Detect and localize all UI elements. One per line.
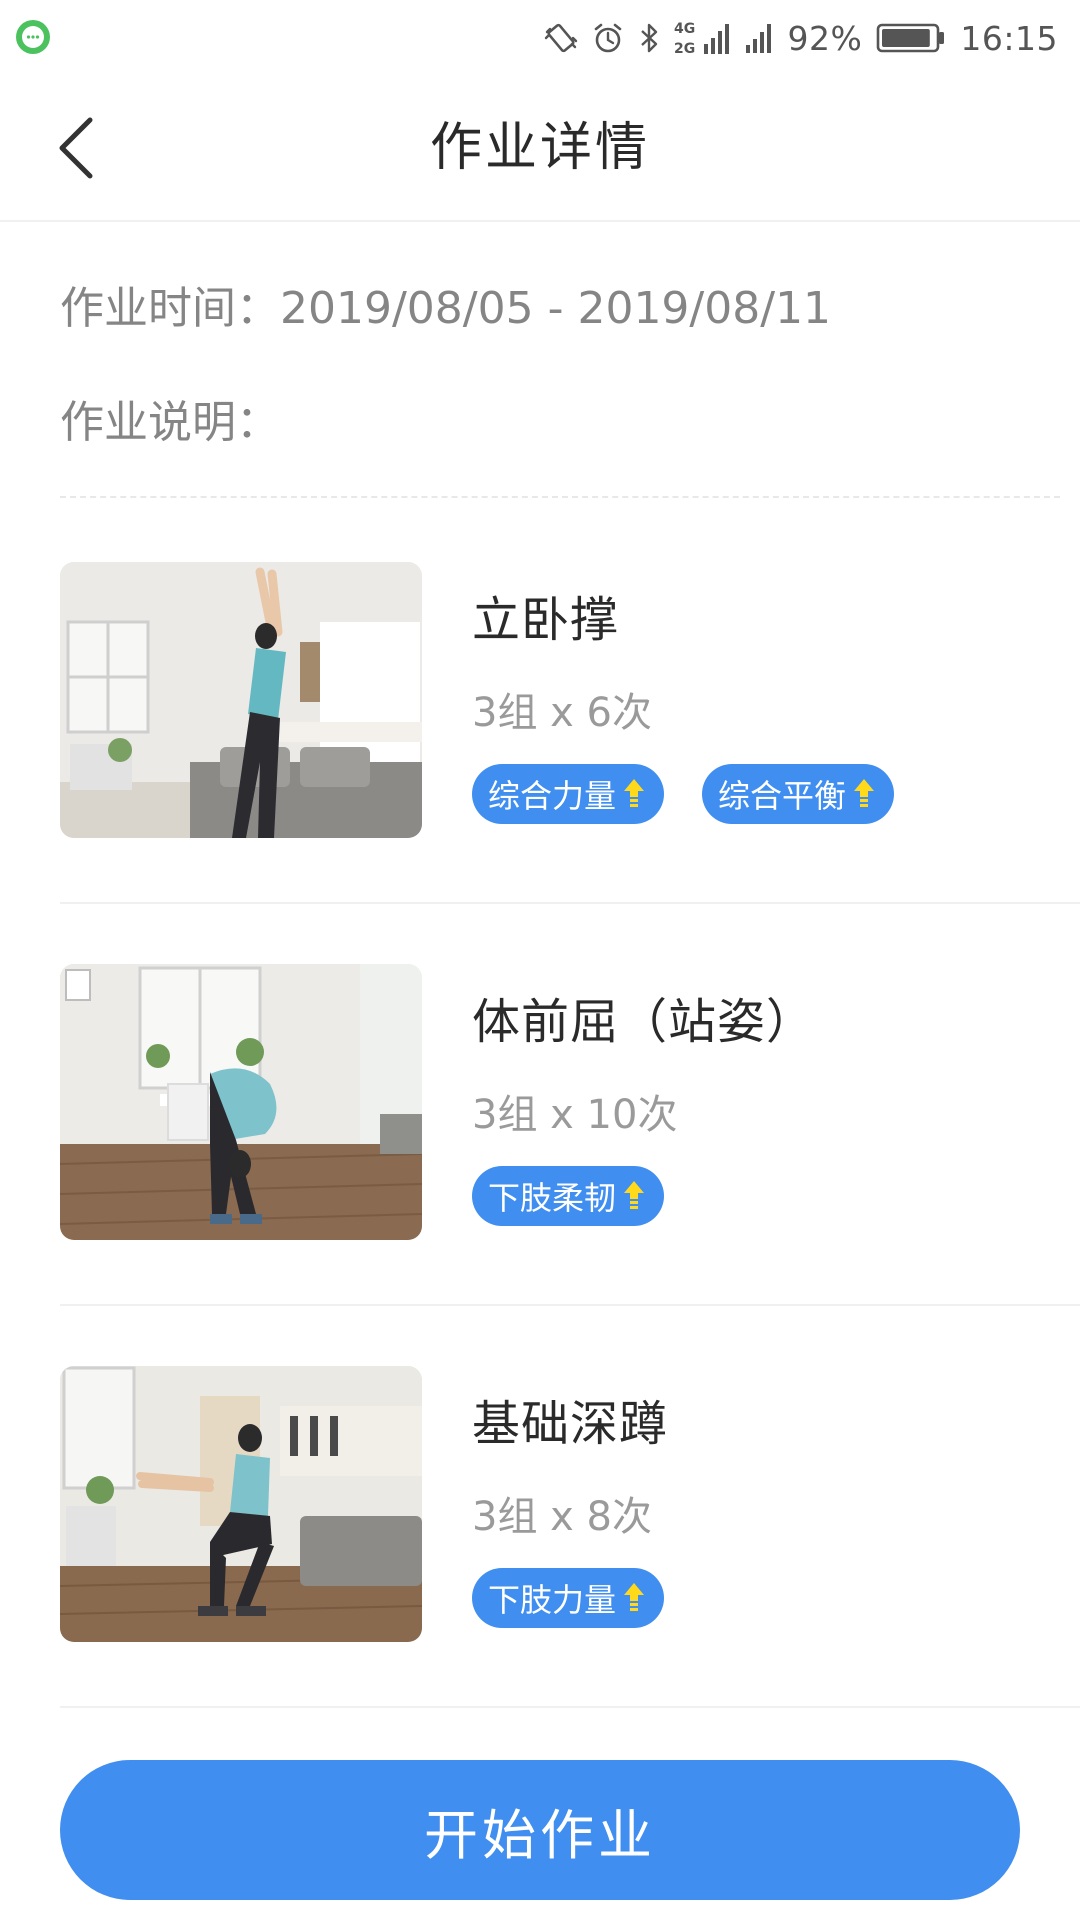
tag-label: 下肢力量 — [488, 1581, 617, 1619]
start-homework-label: 开始作业 — [424, 1803, 656, 1867]
tag-label: 综合平衡 — [718, 777, 847, 815]
exercise-tags: 下肢力量 — [472, 1568, 665, 1628]
exercise-name: 体前屈（站姿） — [472, 994, 816, 1050]
alarm-icon — [592, 18, 624, 58]
exercise-thumbnail — [60, 1366, 422, 1642]
notification-app-icon — [14, 18, 52, 56]
homework-time-value: 2019/08/05 - 2019/08/11 — [280, 283, 832, 334]
vibrate-icon — [544, 18, 578, 58]
network-4g-2g-icon: 4G 2G — [674, 18, 730, 58]
exercise-name: 立卧撑 — [472, 592, 620, 648]
exercise-item-2[interactable]: 体前屈（站姿） 3组 x 10次 下肢柔韧 — [60, 902, 1080, 1306]
tag-badge: 综合平衡 — [702, 764, 895, 824]
tag-badge: 综合力量 — [472, 764, 665, 824]
up-arrow-icon — [622, 1581, 646, 1615]
tag-badge: 下肢力量 — [472, 1568, 665, 1628]
title-bar: 作业详情 — [0, 76, 1080, 222]
tag-label: 下肢柔韧 — [488, 1179, 617, 1217]
up-arrow-icon — [622, 1179, 646, 1213]
dashed-divider — [60, 496, 1060, 498]
page-title: 作业详情 — [429, 118, 650, 178]
tag-badge: 下肢柔韧 — [472, 1166, 665, 1226]
exercise-reps: 3组 x 6次 — [472, 690, 652, 736]
exercise-thumbnail — [60, 964, 422, 1240]
exercise-reps: 3组 x 8次 — [472, 1494, 652, 1540]
status-bar: 4G 2G 92% 16:15 — [0, 0, 1080, 76]
homework-desc-row: 作业说明： — [60, 386, 280, 450]
network-label-bottom: 2G — [674, 41, 695, 57]
exercise-name: 基础深蹲 — [472, 1396, 669, 1452]
exercise-item-1[interactable]: 立卧撑 3组 x 6次 综合力量 综合平衡 — [60, 500, 1080, 904]
status-icons: 4G 2G 92% 16:15 — [544, 14, 1058, 62]
exercise-tags: 下肢柔韧 — [472, 1166, 665, 1226]
homework-time-row: 作业时间：2019/08/05 - 2019/08/11 — [60, 272, 831, 336]
tag-label: 综合力量 — [488, 777, 617, 815]
exercise-tags: 综合力量 综合平衡 — [472, 764, 895, 824]
start-homework-button[interactable]: 开始作业 — [60, 1760, 1020, 1900]
exercise-item-3[interactable]: 基础深蹲 3组 x 8次 下肢力量 — [60, 1304, 1080, 1708]
homework-time-label: 作业时间： — [60, 283, 280, 334]
homework-desc-label: 作业说明： — [60, 397, 280, 448]
up-arrow-icon — [622, 777, 646, 811]
signal-icon — [744, 18, 774, 58]
clock-time: 16:15 — [960, 18, 1058, 58]
battery-percent: 92% — [787, 18, 863, 58]
exercise-reps: 3组 x 10次 — [472, 1092, 678, 1138]
network-label-top: 4G — [674, 21, 695, 37]
up-arrow-icon — [852, 777, 876, 811]
bluetooth-icon — [638, 18, 660, 58]
battery-icon — [876, 18, 946, 58]
exercise-thumbnail — [60, 562, 422, 838]
